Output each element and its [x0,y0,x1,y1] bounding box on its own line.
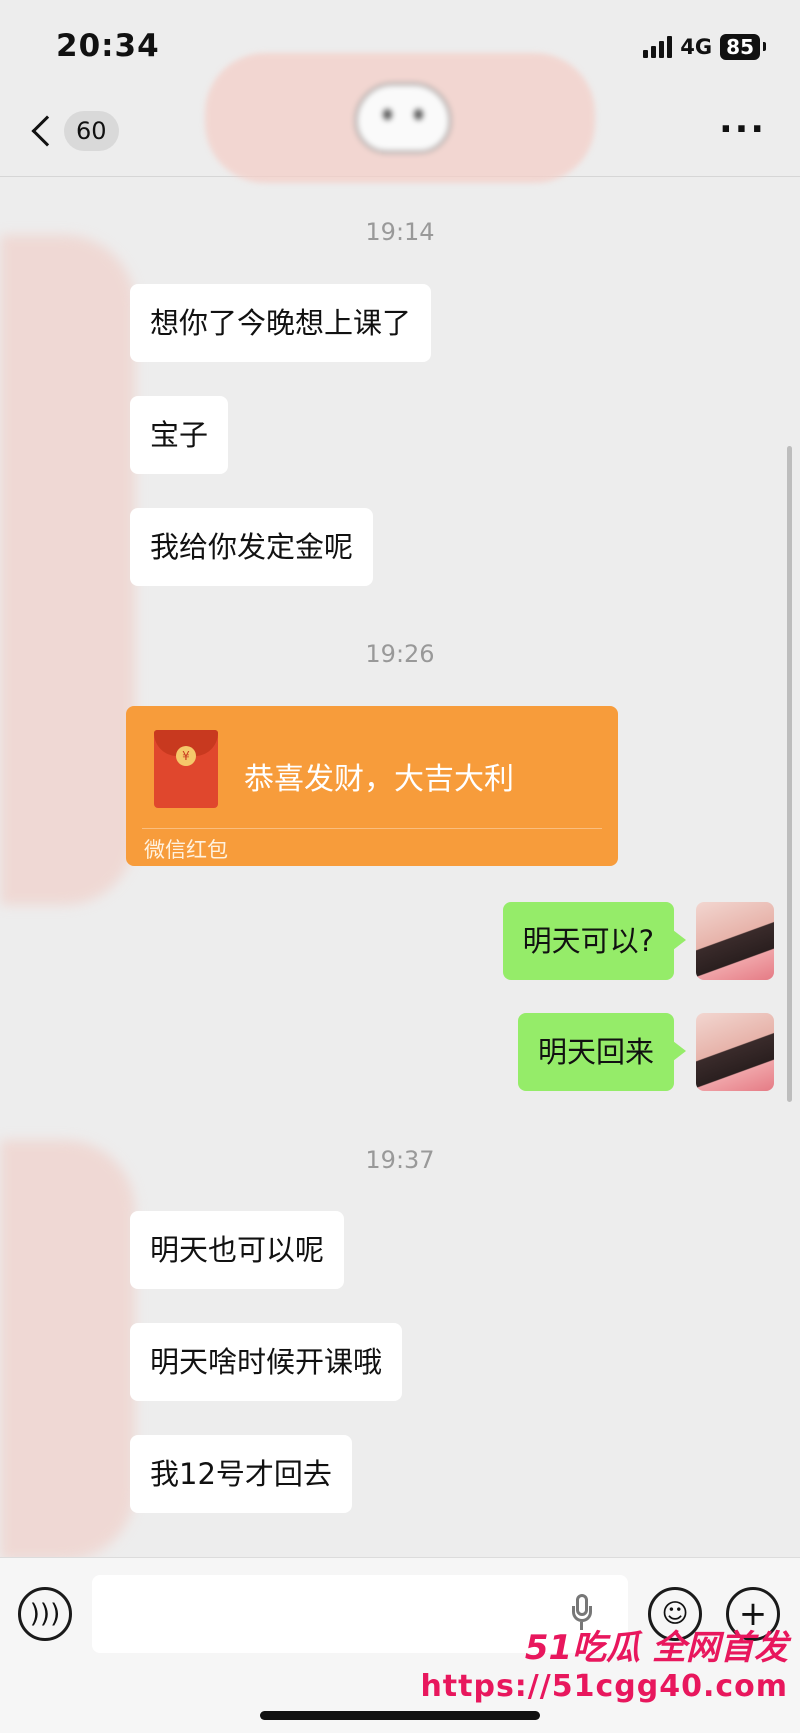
my-avatar[interactable] [696,902,774,980]
signal-icon [643,36,673,58]
incoming-message[interactable]: 明天啥时候开课哦 [130,1323,403,1401]
red-packet-divider [142,828,602,829]
red-packet-icon: ¥ [154,730,218,808]
watermark-url: https://51cgg40.com [420,1669,788,1704]
bunny-sticker-icon [355,83,451,153]
incoming-message[interactable]: 我给你发定金呢 [130,508,374,586]
red-packet-coin-icon: ¥ [176,746,196,766]
battery-level: 85 [720,34,766,60]
sender-avatar-redacted [0,235,135,905]
watermark: 51吃瓜 全网首发 https://51cgg40.com [420,1620,788,1704]
message-timestamp: 19:26 [365,640,435,668]
network-type: 4G [680,35,713,59]
more-icon[interactable]: ··· [719,109,766,150]
status-indicators: 4G 85 [643,34,766,60]
contact-name-redacted [205,53,595,183]
red-packet-label: 微信红包 [144,838,228,862]
incoming-message[interactable]: 宝子 [130,396,229,474]
message-timestamp: 19:37 [365,1146,435,1174]
message-timestamp: 19:14 [365,218,435,246]
status-time: 20:34 [56,28,160,64]
voice-icon[interactable]: ))) [18,1587,72,1641]
home-indicator[interactable] [260,1711,540,1720]
scrollbar[interactable] [787,446,792,1102]
chat-nav-bar: 60 ··· [0,53,800,183]
sender-avatar-redacted [0,1140,135,1560]
outgoing-message[interactable]: 明天回来 [517,1013,687,1091]
outgoing-message[interactable]: 明天可以? [502,902,687,980]
red-packet-message[interactable]: ¥ 恭喜发财，大吉大利 微信红包 [126,706,618,866]
watermark-brand: 51吃瓜 全网首发 [524,1628,788,1668]
unread-count-badge: 60 [64,111,119,151]
my-avatar[interactable] [696,1013,774,1091]
incoming-message[interactable]: 明天也可以呢 [130,1211,345,1289]
incoming-message[interactable]: 我12号才回去 [130,1435,352,1513]
back-chevron-icon [31,115,63,147]
incoming-message[interactable]: 想你了今晚想上课了 [130,284,432,362]
red-packet-title: 恭喜发财，大吉大利 [244,762,514,797]
back-button[interactable]: 60 [24,111,119,151]
